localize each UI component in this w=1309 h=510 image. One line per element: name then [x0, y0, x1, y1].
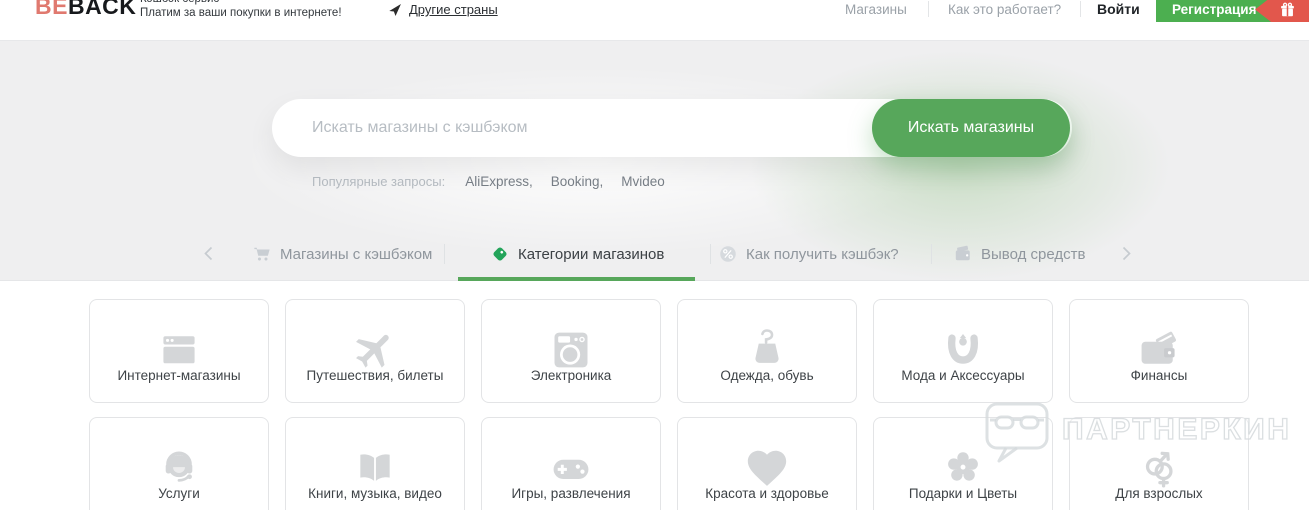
popular-query-mvideo[interactable]: Mvideo [621, 174, 665, 189]
header-divider [928, 1, 929, 17]
tagline: Кэшбэк сервис Платим за ваши покупки в и… [140, 0, 342, 20]
flower-icon [874, 435, 1052, 501]
category-card-adults[interactable]: Для взрослых [1069, 417, 1249, 510]
category-card-electronics[interactable]: Электроника [481, 299, 661, 403]
category-card-fashion[interactable]: Мода и Аксессуары [873, 299, 1053, 403]
category-card-games[interactable]: Игры, развлечения [481, 417, 661, 510]
tab-label: Вывод средств [981, 245, 1086, 263]
other-countries-link[interactable]: Другие страны [388, 2, 498, 17]
gift-icon [1280, 2, 1294, 16]
category-card-gifts-flowers[interactable]: Подарки и Цветы [873, 417, 1053, 510]
tab-shop-categories[interactable]: Категории магазинов [491, 241, 664, 267]
category-card-internet-shops[interactable]: Интернет-магазины [89, 299, 269, 403]
gamepad-icon [482, 435, 660, 501]
popular-label: Популярные запросы: [312, 174, 446, 189]
gender-icon [1070, 435, 1248, 501]
header: BEBACK Кэшбэк сервис Платим за ваши поку… [0, 0, 1309, 41]
register-label: Регистрация [1172, 2, 1257, 17]
nav-arrow-icon [389, 3, 401, 16]
washer-icon [482, 317, 660, 383]
browser-icon [90, 317, 268, 383]
category-card-finance[interactable]: Финансы [1069, 299, 1249, 403]
support-icon [90, 435, 268, 501]
search-button[interactable]: Искать магазины [872, 99, 1070, 157]
beback-landing-page: BEBACK Кэшбэк сервис Платим за ваши поку… [0, 0, 1309, 510]
wallet-icon [1070, 317, 1248, 383]
cart-icon [254, 247, 270, 261]
logo-be: BE [35, 0, 68, 19]
tab-label: Категории магазинов [518, 245, 665, 263]
tab-label: Магазины с кэшбэком [280, 245, 433, 263]
tab-separator [444, 244, 445, 264]
login-link[interactable]: Войти [1097, 1, 1140, 17]
category-card-beauty-health[interactable]: Красота и здоровье [677, 417, 857, 510]
popular-query-booking[interactable]: Booking, [551, 174, 604, 189]
chevron-right-icon[interactable] [1122, 246, 1131, 266]
nav-how-it-works[interactable]: Как это работает? [948, 2, 1061, 17]
register-button[interactable]: Регистрация [1156, 0, 1309, 22]
logo-back: BACK [67, 0, 137, 19]
tag-icon [493, 247, 507, 261]
percent-icon [720, 246, 736, 262]
category-card-clothes[interactable]: Одежда, обувь [677, 299, 857, 403]
tab-separator [931, 244, 932, 264]
tab-withdraw-funds[interactable]: Вывод средств [954, 241, 1085, 267]
tagline-line2: Платим за ваши покупки в интернете! [140, 7, 342, 19]
logo[interactable]: BEBACK [35, 0, 136, 20]
heart-icon [678, 435, 856, 501]
tab-shops-with-cashback[interactable]: Магазины с кэшбэком [253, 241, 432, 267]
hero-search-section: Искать магазины Популярные запросы: AliE… [0, 41, 1309, 281]
nav-shops[interactable]: Магазины [845, 2, 907, 17]
category-grid: Интернет-магазины Путешествия, билеты Эл… [89, 299, 1249, 510]
chevron-left-icon[interactable] [204, 246, 213, 266]
other-countries-label: Другие страны [409, 2, 498, 17]
category-card-travel[interactable]: Путешествия, билеты [285, 299, 465, 403]
popular-query-aliexpress[interactable]: AliExpress, [465, 174, 533, 189]
hanger-icon [678, 317, 856, 383]
category-card-services[interactable]: Услуги [89, 417, 269, 510]
popular-queries: Популярные запросы: AliExpress, Booking,… [312, 174, 683, 189]
tab-how-to-get-cashback[interactable]: Как получить кэшбэк? [719, 241, 899, 267]
book-icon [286, 435, 464, 501]
tab-separator [710, 244, 711, 264]
plane-icon [286, 317, 464, 383]
category-card-books-music-video[interactable]: Книги, музыка, видео [285, 417, 465, 510]
tab-label: Как получить кэшбэк? [746, 245, 899, 263]
wallet-icon [955, 245, 970, 261]
active-tab-underline [458, 277, 695, 281]
header-divider [1080, 1, 1081, 17]
necklace-icon [874, 317, 1052, 383]
gift-ribbon [1255, 0, 1309, 22]
